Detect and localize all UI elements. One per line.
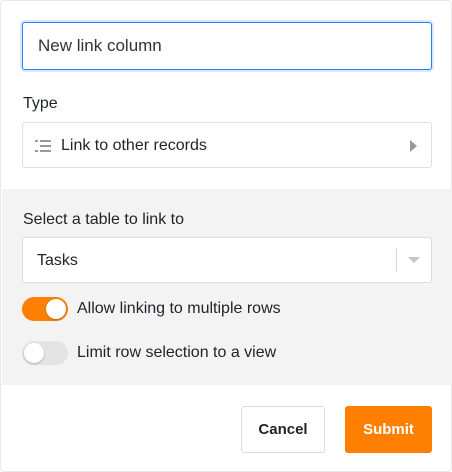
limit-view-row: Limit row selection to a view xyxy=(22,341,422,365)
column-name-input[interactable] xyxy=(22,22,432,70)
allow-multiple-toggle[interactable] xyxy=(22,297,68,321)
allow-multiple-label: Allow linking to multiple rows xyxy=(77,300,281,317)
limit-view-label: Limit row selection to a view xyxy=(77,344,277,361)
type-label: Type xyxy=(23,95,58,112)
link-options-section: Select a table to link to Tasks Allow li… xyxy=(2,189,452,385)
select-divider xyxy=(396,248,397,272)
add-column-dialog: Type Link to other records Select a tabl… xyxy=(0,0,452,472)
allow-multiple-row: Allow linking to multiple rows xyxy=(22,297,422,321)
column-type-value: Link to other records xyxy=(61,137,207,154)
chevron-down-icon[interactable] xyxy=(408,257,420,263)
link-table-select[interactable]: Tasks xyxy=(22,237,432,283)
cancel-button[interactable]: Cancel xyxy=(241,406,325,453)
list-icon xyxy=(35,140,51,152)
toggle-knob xyxy=(46,299,66,319)
toggle-knob xyxy=(24,343,44,363)
link-table-label: Select a table to link to xyxy=(23,211,184,228)
link-table-value: Tasks xyxy=(37,252,78,269)
limit-view-toggle[interactable] xyxy=(22,341,68,365)
submit-button[interactable]: Submit xyxy=(345,406,432,453)
caret-right-icon xyxy=(410,140,417,152)
column-type-select[interactable]: Link to other records xyxy=(22,122,432,168)
